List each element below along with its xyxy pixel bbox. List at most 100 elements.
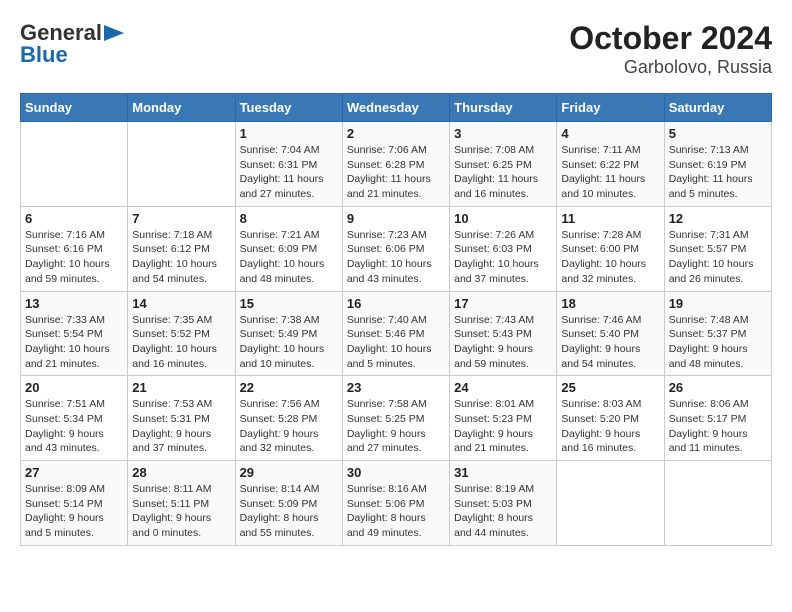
calendar-cell: 11 Sunrise: 7:28 AM Sunset: 6:00 PM Dayli… xyxy=(557,206,664,291)
day-detail: Sunrise: 8:06 AM Sunset: 5:17 PM Dayligh… xyxy=(669,397,767,456)
day-number: 18 xyxy=(561,296,659,311)
calendar-body: 1 Sunrise: 7:04 AM Sunset: 6:31 PM Daylig… xyxy=(21,122,772,546)
day-number: 13 xyxy=(25,296,123,311)
day-detail: Sunrise: 8:19 AM Sunset: 5:03 PM Dayligh… xyxy=(454,482,552,541)
calendar-week-row: 13 Sunrise: 7:33 AM Sunset: 5:54 PM Dayli… xyxy=(21,291,772,376)
calendar-cell: 31 Sunrise: 8:19 AM Sunset: 5:03 PM Dayli… xyxy=(450,461,557,546)
logo-arrow-icon xyxy=(104,25,124,41)
calendar-cell: 6Sunrise: 7:16 AM Sunset: 6:16 PM Daylig… xyxy=(21,206,128,291)
calendar-cell: 3 Sunrise: 7:08 AM Sunset: 6:25 PM Daylig… xyxy=(450,122,557,207)
day-detail: Sunrise: 8:14 AM Sunset: 5:09 PM Dayligh… xyxy=(240,482,338,541)
day-detail: Sunrise: 8:11 AM Sunset: 5:11 PM Dayligh… xyxy=(132,482,230,541)
day-number: 15 xyxy=(240,296,338,311)
title-block: October 2024 Garbolovo, Russia xyxy=(569,20,772,78)
calendar-cell: 22Sunrise: 7:56 AM Sunset: 5:28 PM Dayli… xyxy=(235,376,342,461)
day-number: 30 xyxy=(347,465,445,480)
day-detail: Sunrise: 8:16 AM Sunset: 5:06 PM Dayligh… xyxy=(347,482,445,541)
day-number: 14 xyxy=(132,296,230,311)
day-detail: Sunrise: 7:13 AM Sunset: 6:19 PM Dayligh… xyxy=(669,143,767,202)
logo: General Blue xyxy=(20,20,124,68)
calendar-cell xyxy=(21,122,128,207)
day-of-week-header: Sunday xyxy=(21,94,128,122)
day-number: 9 xyxy=(347,211,445,226)
calendar-cell: 14 Sunrise: 7:35 AM Sunset: 5:52 PM Dayli… xyxy=(128,291,235,376)
calendar-week-row: 1 Sunrise: 7:04 AM Sunset: 6:31 PM Daylig… xyxy=(21,122,772,207)
calendar-cell: 20 Sunrise: 7:51 AM Sunset: 5:34 PM Dayli… xyxy=(21,376,128,461)
calendar-cell: 18 Sunrise: 7:46 AM Sunset: 5:40 PM Dayli… xyxy=(557,291,664,376)
day-number: 29 xyxy=(240,465,338,480)
day-detail: Sunrise: 8:09 AM Sunset: 5:14 PM Dayligh… xyxy=(25,482,123,541)
day-of-week-header: Saturday xyxy=(664,94,771,122)
calendar-cell: 12 Sunrise: 7:31 AM Sunset: 5:57 PM Dayli… xyxy=(664,206,771,291)
day-detail: Sunrise: 7:51 AM Sunset: 5:34 PM Dayligh… xyxy=(25,397,123,456)
calendar-cell: 27 Sunrise: 8:09 AM Sunset: 5:14 PM Dayli… xyxy=(21,461,128,546)
day-detail: Sunrise: 7:21 AM Sunset: 6:09 PM Dayligh… xyxy=(240,228,338,287)
day-detail: Sunrise: 7:56 AM Sunset: 5:28 PM Dayligh… xyxy=(240,397,338,456)
day-detail: Sunrise: 7:06 AM Sunset: 6:28 PM Dayligh… xyxy=(347,143,445,202)
calendar-cell: 24 Sunrise: 8:01 AM Sunset: 5:23 PM Dayli… xyxy=(450,376,557,461)
day-detail: Sunrise: 7:46 AM Sunset: 5:40 PM Dayligh… xyxy=(561,313,659,372)
day-number: 1 xyxy=(240,126,338,141)
calendar-week-row: 27 Sunrise: 8:09 AM Sunset: 5:14 PM Dayli… xyxy=(21,461,772,546)
day-number: 10 xyxy=(454,211,552,226)
calendar-cell: 28Sunrise: 8:11 AM Sunset: 5:11 PM Dayli… xyxy=(128,461,235,546)
day-number: 6 xyxy=(25,211,123,226)
calendar-cell: 9 Sunrise: 7:23 AM Sunset: 6:06 PM Daylig… xyxy=(342,206,449,291)
day-detail: Sunrise: 7:26 AM Sunset: 6:03 PM Dayligh… xyxy=(454,228,552,287)
day-of-week-header: Friday xyxy=(557,94,664,122)
day-number: 31 xyxy=(454,465,552,480)
day-detail: Sunrise: 7:35 AM Sunset: 5:52 PM Dayligh… xyxy=(132,313,230,372)
calendar-cell: 21Sunrise: 7:53 AM Sunset: 5:31 PM Dayli… xyxy=(128,376,235,461)
day-detail: Sunrise: 7:28 AM Sunset: 6:00 PM Dayligh… xyxy=(561,228,659,287)
calendar-cell: 16 Sunrise: 7:40 AM Sunset: 5:46 PM Dayli… xyxy=(342,291,449,376)
calendar-cell: 26Sunrise: 8:06 AM Sunset: 5:17 PM Dayli… xyxy=(664,376,771,461)
calendar-cell: 19 Sunrise: 7:48 AM Sunset: 5:37 PM Dayli… xyxy=(664,291,771,376)
day-detail: Sunrise: 7:31 AM Sunset: 5:57 PM Dayligh… xyxy=(669,228,767,287)
day-number: 19 xyxy=(669,296,767,311)
calendar-cell: 5Sunrise: 7:13 AM Sunset: 6:19 PM Daylig… xyxy=(664,122,771,207)
day-number: 20 xyxy=(25,380,123,395)
day-detail: Sunrise: 7:18 AM Sunset: 6:12 PM Dayligh… xyxy=(132,228,230,287)
day-detail: Sunrise: 7:48 AM Sunset: 5:37 PM Dayligh… xyxy=(669,313,767,372)
day-detail: Sunrise: 8:03 AM Sunset: 5:20 PM Dayligh… xyxy=(561,397,659,456)
day-number: 2 xyxy=(347,126,445,141)
day-detail: Sunrise: 7:11 AM Sunset: 6:22 PM Dayligh… xyxy=(561,143,659,202)
day-number: 16 xyxy=(347,296,445,311)
calendar-cell: 7 Sunrise: 7:18 AM Sunset: 6:12 PM Daylig… xyxy=(128,206,235,291)
calendar-cell: 30 Sunrise: 8:16 AM Sunset: 5:06 PM Dayli… xyxy=(342,461,449,546)
calendar-week-row: 6Sunrise: 7:16 AM Sunset: 6:16 PM Daylig… xyxy=(21,206,772,291)
calendar-cell: 23Sunrise: 7:58 AM Sunset: 5:25 PM Dayli… xyxy=(342,376,449,461)
page-subtitle: Garbolovo, Russia xyxy=(569,57,772,78)
day-number: 23 xyxy=(347,380,445,395)
calendar-cell: 8Sunrise: 7:21 AM Sunset: 6:09 PM Daylig… xyxy=(235,206,342,291)
day-number: 7 xyxy=(132,211,230,226)
day-number: 25 xyxy=(561,380,659,395)
day-of-week-header: Thursday xyxy=(450,94,557,122)
calendar-cell: 29 Sunrise: 8:14 AM Sunset: 5:09 PM Dayli… xyxy=(235,461,342,546)
calendar-cell: 17Sunrise: 7:43 AM Sunset: 5:43 PM Dayli… xyxy=(450,291,557,376)
calendar-cell xyxy=(664,461,771,546)
day-detail: Sunrise: 7:08 AM Sunset: 6:25 PM Dayligh… xyxy=(454,143,552,202)
day-detail: Sunrise: 7:23 AM Sunset: 6:06 PM Dayligh… xyxy=(347,228,445,287)
calendar-table: SundayMondayTuesdayWednesdayThursdayFrid… xyxy=(20,93,772,546)
day-number: 3 xyxy=(454,126,552,141)
day-number: 11 xyxy=(561,211,659,226)
day-detail: Sunrise: 7:04 AM Sunset: 6:31 PM Dayligh… xyxy=(240,143,338,202)
calendar-cell: 1 Sunrise: 7:04 AM Sunset: 6:31 PM Daylig… xyxy=(235,122,342,207)
day-number: 24 xyxy=(454,380,552,395)
day-of-week-header: Monday xyxy=(128,94,235,122)
day-number: 12 xyxy=(669,211,767,226)
day-detail: Sunrise: 8:01 AM Sunset: 5:23 PM Dayligh… xyxy=(454,397,552,456)
day-detail: Sunrise: 7:33 AM Sunset: 5:54 PM Dayligh… xyxy=(25,313,123,372)
calendar-cell: 4 Sunrise: 7:11 AM Sunset: 6:22 PM Daylig… xyxy=(557,122,664,207)
day-number: 21 xyxy=(132,380,230,395)
day-number: 4 xyxy=(561,126,659,141)
page-title: October 2024 xyxy=(569,20,772,57)
calendar-cell: 2 Sunrise: 7:06 AM Sunset: 6:28 PM Daylig… xyxy=(342,122,449,207)
day-number: 27 xyxy=(25,465,123,480)
day-detail: Sunrise: 7:40 AM Sunset: 5:46 PM Dayligh… xyxy=(347,313,445,372)
calendar-cell xyxy=(128,122,235,207)
day-of-week-header: Tuesday xyxy=(235,94,342,122)
calendar-header-row: SundayMondayTuesdayWednesdayThursdayFrid… xyxy=(21,94,772,122)
day-number: 17 xyxy=(454,296,552,311)
